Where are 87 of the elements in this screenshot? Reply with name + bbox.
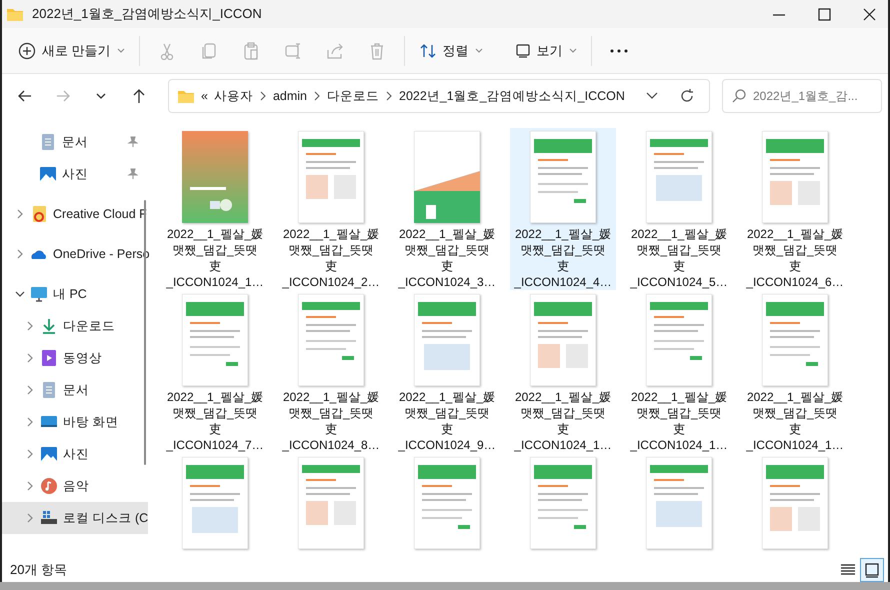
caret-icon bbox=[474, 48, 483, 54]
file-item[interactable]: 2022__1_펠살_媛 맷쨌_댐갑_뜻땟 吏 _ICCON1024_1… bbox=[510, 291, 616, 454]
file-item[interactable]: 2022__1_펠살_媛 맷쨌_댐갑_뜻땟 吏 _ICCON1024_1… bbox=[742, 291, 848, 454]
copy-icon bbox=[200, 42, 218, 60]
caret-icon bbox=[116, 48, 125, 54]
search-icon bbox=[732, 89, 746, 104]
chevron-right-icon[interactable] bbox=[15, 209, 25, 220]
more-icon bbox=[610, 48, 628, 54]
chevron-icon bbox=[258, 91, 267, 102]
sidebar-item[interactable]: 동영상 bbox=[2, 342, 138, 374]
path-prefix[interactable]: « bbox=[201, 86, 208, 106]
document-icon bbox=[39, 133, 57, 152]
file-name: 2022__1_펠살_媛 맷쨌_댐갑_뜻땟 吏 _ICCON1024_1… bbox=[166, 226, 264, 290]
sidebar-item[interactable]: 로컬 디스크 (C bbox=[2, 502, 148, 534]
file-item[interactable]: 2022__1_펠살_媛 맷쨌_댐갑_뜻땟 吏 _ICCON1024_4… bbox=[510, 128, 616, 290]
new-button[interactable]: 새로 만들기 bbox=[10, 36, 133, 64]
breadcrumb-item[interactable]: admin bbox=[272, 86, 307, 106]
document-icon bbox=[40, 381, 58, 400]
address-bar[interactable]: « 사용자 admin 다운로드 2022년_1월호_감염예방소식지_ICCON bbox=[168, 79, 710, 114]
folder-icon bbox=[177, 88, 195, 104]
caret-icon bbox=[568, 48, 577, 54]
file-name: 2022__1_펠살_媛 맷쨌_댐갑_뜻땟 吏 _ICCON1024_6… bbox=[746, 226, 844, 290]
sidebar-item[interactable]: 사진 bbox=[2, 438, 138, 470]
file-name: 2022__1_펠살_媛 맷쨌_댐갑_뜻땟 吏 _ICCON1024_7… bbox=[166, 389, 264, 454]
sidebar-item[interactable]: 바탕 화면 bbox=[2, 406, 138, 438]
file-name: 2022__1_펠살_媛 맷쨌_댐갑_뜻땟 吏 _ICCON1024_9… bbox=[398, 389, 496, 454]
file-name: 2022__1_펠살_媛 맷쨌_댐갑_뜻땟 吏 _ICCON1024_4… bbox=[514, 226, 612, 290]
rename-icon bbox=[284, 42, 302, 60]
folder-icon bbox=[30, 205, 48, 224]
file-name: 2022__1_펠살_媛 맷쨌_댐갑_뜻땟 吏 _ICCON1024_1… bbox=[746, 389, 844, 454]
file-item[interactable]: 2022__1_펠살_媛 맷쨌_댐갑_뜻땟 吏 _ICCON1024_6… bbox=[742, 128, 848, 290]
file-item[interactable]: 2022__1_펠살_媛 맷쨌_댐갑_뜻땟 吏 _ICCON1024_1… bbox=[162, 128, 268, 290]
item-count: 20개 항목 bbox=[10, 561, 68, 580]
video-icon bbox=[40, 349, 58, 368]
sidebar-item[interactable]: 다운로드 bbox=[2, 310, 138, 342]
chevron-right-icon[interactable] bbox=[15, 249, 25, 260]
chevron-right-icon[interactable] bbox=[25, 513, 35, 524]
file-item[interactable]: 2022__1_펠살_媛 맷쨌_댐갑_뜻땟 吏 _ICCON1024_5… bbox=[626, 128, 732, 290]
picture-icon bbox=[39, 165, 57, 184]
chevron-right-icon[interactable] bbox=[25, 417, 35, 428]
chevron-right-icon[interactable] bbox=[25, 385, 35, 396]
breadcrumb-item[interactable]: 2022년_1월호_감염예방소식지_ICCON bbox=[399, 86, 625, 106]
file-item[interactable]: 2022__1_펠살_媛 맷쨌_댐갑_뜻땟 吏 _ICCON1024_3… bbox=[394, 128, 500, 290]
dropdown-icon[interactable] bbox=[645, 91, 659, 102]
chevron-down-icon[interactable] bbox=[15, 289, 25, 300]
large-icons-view-button[interactable] bbox=[860, 558, 884, 582]
clipboard-icon bbox=[242, 42, 260, 60]
chevron-icon bbox=[313, 91, 321, 102]
sort-button[interactable]: 정렬 bbox=[410, 36, 491, 64]
sidebar-item[interactable]: 문서 bbox=[2, 126, 138, 158]
chevron-right-icon[interactable] bbox=[25, 353, 35, 364]
file-name: 2022__1_펠살_媛 맷쨌_댐갑_뜻땟 吏 _ICCON1024_1… bbox=[514, 389, 612, 454]
breadcrumb-item[interactable]: 사용자 bbox=[214, 86, 253, 106]
file-item[interactable]: 2022__1_펠살_媛 맷쨌_댐갑_뜻땟 吏 _ICCON1024_2… bbox=[278, 128, 384, 290]
file-item[interactable]: 2022__1_펠살_媛 맷쨌_댐갑_뜻땟 吏 _ICCON1024_7… bbox=[162, 291, 268, 454]
sidebar-item[interactable]: 사진 bbox=[2, 158, 138, 190]
music-icon bbox=[40, 477, 58, 496]
chevron-icon bbox=[385, 91, 393, 102]
sidebar-item[interactable]: 내 PC bbox=[2, 278, 138, 310]
file-name: 2022__1_펠살_媛 맷쨌_댐갑_뜻땟 吏 _ICCON1024_5… bbox=[630, 226, 728, 290]
file-name: 2022__1_펠살_媛 맷쨌_댐갑_뜻땟 吏 _ICCON1024_2… bbox=[282, 226, 380, 290]
refresh-icon[interactable] bbox=[679, 88, 695, 104]
share-icon bbox=[326, 42, 344, 60]
file-name: 2022__1_펠살_媛 맷쨌_댐갑_뜻땟 吏 _ICCON1024_1… bbox=[630, 389, 728, 454]
file-name: 2022__1_펠살_媛 맷쨌_댐갑_뜻땟 吏 _ICCON1024_3… bbox=[398, 226, 496, 290]
file-name: 2022__1_펠살_媛 맷쨌_댐갑_뜻땟 吏 _ICCON1024_8… bbox=[282, 389, 380, 454]
monitor-icon bbox=[30, 285, 48, 304]
sidebar-item[interactable]: 음악 bbox=[2, 470, 138, 502]
download-icon bbox=[40, 317, 58, 336]
dropdown-icon bbox=[96, 93, 106, 100]
chevron-right-icon[interactable] bbox=[25, 481, 35, 492]
plus-icon bbox=[18, 42, 36, 60]
breadcrumb-item[interactable]: 다운로드 bbox=[327, 86, 379, 106]
sort-icon bbox=[418, 42, 437, 60]
window-title: 2022년_1월호_감염예방소식지_ICCON bbox=[32, 5, 262, 24]
view-button[interactable]: 보기 bbox=[506, 36, 585, 64]
file-item[interactable]: 2022__1_펠살_媛 맷쨌_댐갑_뜻땟 吏 _ICCON1024_9… bbox=[394, 291, 500, 454]
sidebar-item[interactable]: 문서 bbox=[2, 374, 138, 406]
chevron-right-icon[interactable] bbox=[25, 321, 35, 332]
chevron-right-icon[interactable] bbox=[25, 449, 35, 460]
file-item[interactable]: 2022__1_펠살_媛 맷쨌_댐갑_뜻땟 吏 _ICCON1024_8… bbox=[278, 291, 384, 454]
monitor-icon bbox=[514, 42, 531, 59]
square-icon bbox=[863, 561, 881, 579]
file-item[interactable]: 2022__1_펠살_媛 맷쨌_댐갑_뜻땟 吏 _ICCON1024_1… bbox=[626, 291, 732, 454]
folder-icon bbox=[6, 6, 24, 22]
search-field[interactable]: 2022년_1월호_감... bbox=[722, 79, 882, 114]
picture-icon bbox=[40, 445, 58, 464]
